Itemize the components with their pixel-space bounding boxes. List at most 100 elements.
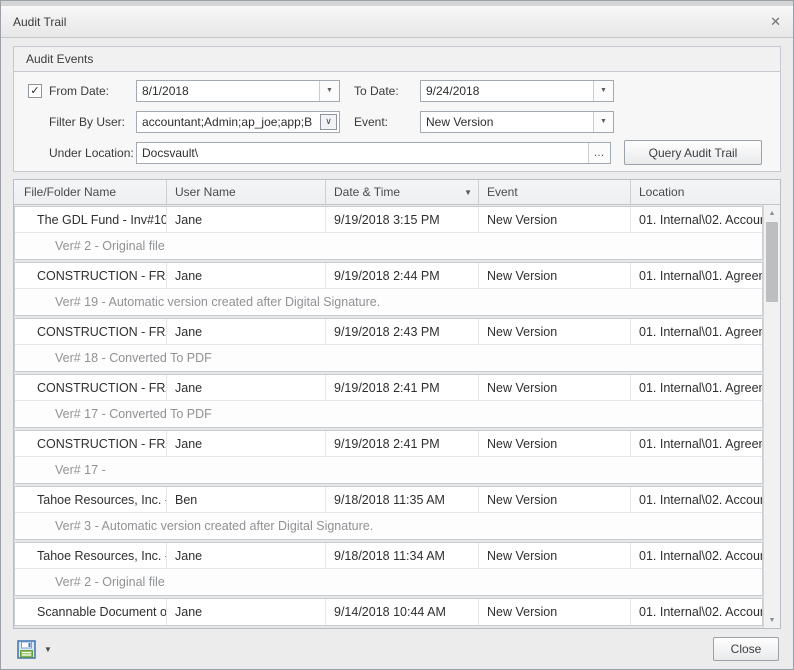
- filter-by-user-value: accountant;Admin;ap_joe;app;B: [137, 115, 320, 129]
- save-dropdown-caret-icon[interactable]: ▼: [44, 645, 52, 654]
- under-location-value: Docsvault\: [137, 146, 588, 160]
- audit-grid: File/Folder Name User Name Date & Time ▼…: [13, 179, 781, 629]
- cell-file: Scannable Document on A: [15, 599, 167, 625]
- column-header-datetime[interactable]: Date & Time ▼: [326, 180, 479, 204]
- from-date-checkbox[interactable]: ✓: [28, 84, 42, 98]
- cell-user: Jane: [167, 319, 326, 344]
- under-location-label: Under Location:: [49, 146, 136, 160]
- cell-datetime: 9/19/2018 2:41 PM: [326, 431, 479, 456]
- scrollbar-track[interactable]: [764, 221, 780, 612]
- cell-file: Tahoe Resources, Inc. - Ir: [15, 487, 167, 512]
- cell-datetime: 9/14/2018 10:44 AM: [326, 599, 479, 625]
- event-value: New Version: [421, 115, 593, 129]
- table-row[interactable]: Scannable Document on A Jane 9/14/2018 1…: [15, 599, 762, 625]
- audit-trail-dialog: Audit Trail ✕ Audit Events ✓ From Date: …: [0, 0, 794, 670]
- cell-datetime: 9/19/2018 3:15 PM: [326, 207, 479, 232]
- cell-file: CONSTRUCTION - FRANKE: [15, 375, 167, 400]
- close-icon[interactable]: ✕: [770, 15, 781, 28]
- browse-location-icon[interactable]: …: [588, 143, 610, 163]
- column-header-file[interactable]: File/Folder Name: [14, 180, 167, 204]
- filter-by-user-label: Filter By User:: [49, 115, 136, 129]
- cell-event: New Version: [479, 487, 631, 512]
- column-header-event[interactable]: Event: [479, 180, 631, 204]
- close-button[interactable]: Close: [713, 637, 779, 661]
- cell-user: Jane: [167, 207, 326, 232]
- cell-user: Ben: [167, 487, 326, 512]
- cell-user: Jane: [167, 375, 326, 400]
- floppy-disk-icon: [17, 640, 36, 659]
- version-note-row: Ver# 2 - Original file: [15, 569, 762, 595]
- from-date-dropdown-icon[interactable]: ▼: [319, 81, 339, 101]
- table-row[interactable]: The GDL Fund - Inv#1024 Jane 9/19/2018 3…: [15, 207, 762, 233]
- grid-body: The GDL Fund - Inv#1024 Jane 9/19/2018 3…: [14, 205, 780, 628]
- cell-file: CONSTRUCTION - FRANKE: [15, 319, 167, 344]
- sort-desc-icon: ▼: [464, 188, 472, 197]
- cell-event: New Version: [479, 319, 631, 344]
- version-note-row: Ver# 19 - Automatic version created afte…: [15, 289, 762, 315]
- cell-location: 01. Internal\01. Agreemer: [631, 431, 762, 456]
- under-location-input[interactable]: Docsvault\ …: [136, 142, 611, 164]
- grid-rows: The GDL Fund - Inv#1024 Jane 9/19/2018 3…: [14, 205, 763, 628]
- scrollbar-thumb[interactable]: [766, 222, 778, 302]
- table-row[interactable]: Tahoe Resources, Inc. - Ir Jane 9/18/201…: [15, 543, 762, 569]
- filter-row-location: Under Location: Docsvault\ … Query Audit…: [28, 140, 766, 165]
- cell-location: 01. Internal\01. Agreemer: [631, 319, 762, 344]
- audit-row-group: Tahoe Resources, Inc. - Ir Ben 9/18/2018…: [14, 486, 763, 540]
- cell-location: 01. Internal\02. Accounts\: [631, 543, 762, 568]
- audit-row-group: CONSTRUCTION - FRANKE Jane 9/19/2018 2:4…: [14, 262, 763, 316]
- cell-datetime: 9/19/2018 2:44 PM: [326, 263, 479, 288]
- export-control[interactable]: ▼: [15, 638, 52, 660]
- audit-events-panel: Audit Events ✓ From Date: 8/1/2018 ▼ To …: [13, 46, 781, 172]
- version-note-row: Ver# 17 - Converted To PDF: [15, 401, 762, 427]
- dialog-footer: ▼ Close: [1, 629, 793, 669]
- table-row[interactable]: CONSTRUCTION - FRANKE Jane 9/19/2018 2:4…: [15, 431, 762, 457]
- title-bar: Audit Trail ✕: [1, 1, 793, 38]
- filter-row-user-event: Filter By User: accountant;Admin;ap_joe;…: [28, 109, 766, 134]
- event-input[interactable]: New Version ▼: [420, 111, 614, 133]
- cell-datetime: 9/18/2018 11:34 AM: [326, 543, 479, 568]
- scroll-down-icon[interactable]: ▼: [764, 612, 780, 628]
- event-dropdown-icon[interactable]: ▼: [593, 112, 613, 132]
- filter-by-user-input[interactable]: accountant;Admin;ap_joe;app;B ∨: [136, 111, 340, 133]
- version-note-row: Ver# 2 - Original file: [15, 233, 762, 259]
- cell-location: 01. Internal\01. Agreemer: [631, 375, 762, 400]
- column-header-location[interactable]: Location: [631, 180, 780, 204]
- audit-row-group: CONSTRUCTION - FRANKE Jane 9/19/2018 2:4…: [14, 318, 763, 372]
- cell-file: CONSTRUCTION - FRANKE: [15, 431, 167, 456]
- audit-row-group: CONSTRUCTION - FRANKE Jane 9/19/2018 2:4…: [14, 430, 763, 484]
- table-row[interactable]: CONSTRUCTION - FRANKE Jane 9/19/2018 2:4…: [15, 375, 762, 401]
- vertical-scrollbar[interactable]: ▲ ▼: [763, 205, 780, 628]
- to-date-dropdown-icon[interactable]: ▼: [593, 81, 613, 101]
- cell-event: New Version: [479, 263, 631, 288]
- from-date-input[interactable]: 8/1/2018 ▼: [136, 80, 340, 102]
- cell-event: New Version: [479, 599, 631, 625]
- version-note-row: Ver# 18 - Converted To PDF: [15, 345, 762, 371]
- filter-row-dates: ✓ From Date: 8/1/2018 ▼ To Date: 9/24/20…: [28, 78, 766, 103]
- cell-location: 01. Internal\01. Agreemer: [631, 263, 762, 288]
- save-export-icon[interactable]: [15, 638, 37, 660]
- table-row[interactable]: Tahoe Resources, Inc. - Ir Ben 9/18/2018…: [15, 487, 762, 513]
- scroll-up-icon[interactable]: ▲: [764, 205, 780, 221]
- event-label: Event:: [354, 115, 420, 129]
- cell-file: CONSTRUCTION - FRANKE: [15, 263, 167, 288]
- cell-location: 01. Internal\02. Accounts\: [631, 207, 762, 232]
- window-title: Audit Trail: [13, 15, 66, 29]
- table-row[interactable]: CONSTRUCTION - FRANKE Jane 9/19/2018 2:4…: [15, 263, 762, 289]
- column-header-user[interactable]: User Name: [167, 180, 326, 204]
- filter-area: ✓ From Date: 8/1/2018 ▼ To Date: 9/24/20…: [14, 72, 780, 171]
- cell-location: 01. Internal\02. Accounts\: [631, 487, 762, 512]
- cell-user: Jane: [167, 599, 326, 625]
- version-note-row: Ver# 3 - Automatic version created after…: [15, 513, 762, 539]
- table-row[interactable]: CONSTRUCTION - FRANKE Jane 9/19/2018 2:4…: [15, 319, 762, 345]
- cell-event: New Version: [479, 543, 631, 568]
- audit-row-group: Tahoe Resources, Inc. - Ir Jane 9/18/201…: [14, 542, 763, 596]
- audit-row-group: The GDL Fund - Inv#1024 Jane 9/19/2018 3…: [14, 206, 763, 260]
- cell-datetime: 9/19/2018 2:43 PM: [326, 319, 479, 344]
- cell-user: Jane: [167, 543, 326, 568]
- query-audit-trail-button[interactable]: Query Audit Trail: [624, 140, 762, 165]
- cell-event: New Version: [479, 431, 631, 456]
- filter-by-user-chevron-icon[interactable]: ∨: [320, 114, 337, 130]
- dialog-body: Audit Events ✓ From Date: 8/1/2018 ▼ To …: [1, 38, 793, 629]
- to-date-label: To Date:: [354, 84, 420, 98]
- to-date-input[interactable]: 9/24/2018 ▼: [420, 80, 614, 102]
